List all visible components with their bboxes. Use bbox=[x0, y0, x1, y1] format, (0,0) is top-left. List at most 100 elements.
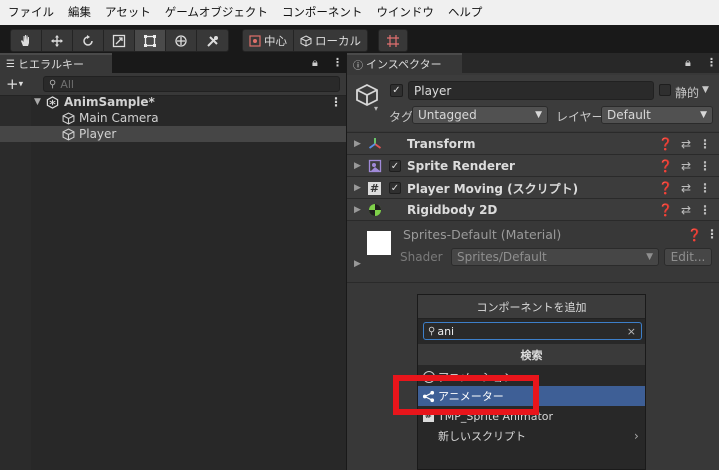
search-section-label: 検索 bbox=[520, 348, 543, 362]
component-enabled-checkbox[interactable]: ✓ bbox=[389, 160, 401, 172]
more-menu-icon[interactable]: ⋮ bbox=[332, 56, 343, 69]
foldout-arrow-icon[interactable]: ▶ bbox=[354, 205, 361, 215]
static-checkbox[interactable] bbox=[659, 84, 671, 96]
rect-tool-icon bbox=[144, 34, 156, 47]
hand-tool-button[interactable] bbox=[11, 30, 42, 51]
grid-snap-toggle[interactable] bbox=[378, 29, 408, 52]
tag-label: タグ bbox=[389, 110, 414, 124]
component-menu-icon[interactable]: ⋮ bbox=[699, 203, 711, 217]
component-menu-icon[interactable]: ⋮ bbox=[699, 159, 711, 173]
tag-value: Untagged bbox=[418, 108, 477, 122]
scene-name: AnimSample* bbox=[64, 95, 155, 109]
custom-tool-button[interactable] bbox=[197, 30, 228, 51]
static-dropdown-icon[interactable]: ▼ bbox=[702, 85, 709, 95]
hierarchy-tab[interactable]: ☰ ヒエラルキー bbox=[0, 53, 112, 73]
menu-file[interactable]: ファイル bbox=[0, 0, 60, 25]
component-menu-icon[interactable]: ⋮ bbox=[699, 181, 711, 195]
clear-search-icon[interactable]: × bbox=[627, 325, 636, 338]
tag-dropdown[interactable]: Untagged ▼ bbox=[412, 106, 548, 124]
menu-edit[interactable]: 編集 bbox=[60, 0, 97, 25]
presets-icon[interactable]: ⇄ bbox=[681, 203, 691, 217]
search-section-header: 検索 bbox=[418, 344, 645, 365]
transform-tool-button[interactable] bbox=[166, 30, 197, 51]
info-icon: ⓘ bbox=[353, 60, 363, 72]
component-menu-icon[interactable]: ⋮ bbox=[699, 137, 711, 151]
shader-dropdown[interactable]: Sprites/Default ▼ bbox=[451, 248, 659, 266]
foldout-arrow-icon[interactable]: ▶ bbox=[354, 139, 361, 149]
component-rigidbody-2d[interactable]: ▶ Rigidbody 2D ❓ ⇄ ⋮ bbox=[347, 198, 719, 221]
search-icon: ⚲ bbox=[49, 78, 57, 90]
component-name: Player Moving (スクリプト) bbox=[407, 181, 579, 196]
component-enabled-checkbox[interactable]: ✓ bbox=[389, 182, 401, 194]
transform-axes-icon bbox=[368, 138, 382, 149]
lock-icon[interactable]: 🔒︎ bbox=[312, 56, 318, 70]
icon-dropdown-icon[interactable]: ▾ bbox=[374, 104, 378, 113]
help-icon[interactable]: ❓ bbox=[658, 137, 673, 151]
grid-snap-icon bbox=[387, 34, 399, 47]
add-component-title[interactable]: コンポーネントを追加 bbox=[418, 295, 645, 319]
move-tool-button[interactable] bbox=[42, 30, 73, 51]
expand-arrow-icon[interactable]: ▼ bbox=[34, 97, 41, 107]
component-player-moving[interactable]: ▶ # ✓ Player Moving (スクリプト) ❓ ⇄ ⋮ bbox=[347, 176, 719, 199]
menu-assets[interactable]: アセット bbox=[97, 0, 157, 25]
menu-component[interactable]: コンポーネント bbox=[274, 0, 369, 25]
inspector-lock-icon[interactable]: 🔒︎ bbox=[685, 56, 691, 70]
hierarchy-panel: ☰ ヒエラルキー 🔒︎ ⋮ +▾ ⚲ All ▼ AnimSample* ⋮ M… bbox=[0, 53, 346, 470]
shader-edit-button[interactable]: Edit... bbox=[664, 248, 712, 266]
component-name: Transform bbox=[407, 137, 476, 151]
add-component-search-input[interactable]: ⚲ ani × bbox=[423, 322, 642, 340]
presets-icon[interactable]: ⇄ bbox=[681, 181, 691, 195]
hierarchy-tabbar: ☰ ヒエラルキー 🔒︎ ⋮ bbox=[0, 53, 346, 73]
layer-value: Default bbox=[607, 108, 651, 122]
help-icon[interactable]: ❓ bbox=[658, 203, 673, 217]
sprite-renderer-icon bbox=[368, 159, 382, 173]
component-option-new-script[interactable]: 新しいスクリプト › bbox=[418, 426, 645, 446]
material-help-icon[interactable]: ❓ bbox=[687, 228, 702, 242]
hierarchy-search-input[interactable]: ⚲ All bbox=[43, 76, 340, 92]
grid-snap-button[interactable] bbox=[379, 30, 407, 51]
hierarchy-item-main-camera[interactable]: Main Camera bbox=[0, 110, 346, 126]
foldout-arrow-icon[interactable]: ▶ bbox=[354, 161, 361, 171]
material-menu-icon[interactable]: ⋮ bbox=[706, 227, 718, 241]
pivot-toggle[interactable]: 中心 bbox=[243, 30, 294, 51]
rigidbody-icon bbox=[369, 204, 381, 216]
inspector-more-icon[interactable]: ⋮ bbox=[706, 56, 717, 69]
material-preview bbox=[367, 231, 391, 255]
hand-icon bbox=[21, 34, 29, 46]
rotate-tool-button[interactable] bbox=[73, 30, 104, 51]
dropdown-arrow-icon: ▼ bbox=[700, 110, 707, 120]
space-toggle[interactable]: ローカル bbox=[294, 30, 367, 51]
scene-menu-icon[interactable]: ⋮ bbox=[330, 95, 342, 109]
help-icon[interactable]: ❓ bbox=[658, 159, 673, 173]
presets-icon[interactable]: ⇄ bbox=[681, 137, 691, 151]
dropdown-arrow-icon: ▼ bbox=[646, 252, 653, 262]
layer-dropdown[interactable]: Default ▼ bbox=[601, 106, 713, 124]
inspector-tab-label: インスペクター bbox=[366, 58, 442, 71]
handle-toggles: 中心 ローカル bbox=[242, 29, 368, 52]
object-name-field[interactable]: Player bbox=[408, 81, 654, 100]
inspector-tab[interactable]: ⓘ インスペクター bbox=[347, 53, 462, 73]
add-icon[interactable]: +▾ bbox=[6, 75, 23, 93]
component-sprite-renderer[interactable]: ▶ ✓ Sprite Renderer ❓ ⇄ ⋮ bbox=[347, 154, 719, 177]
hierarchy-item-player[interactable]: Player bbox=[0, 126, 346, 142]
component-actions: ❓ ⇄ ⋮ bbox=[658, 203, 711, 217]
foldout-arrow-icon[interactable]: ▶ bbox=[354, 183, 361, 193]
component-transform[interactable]: ▶ Transform ❓ ⇄ ⋮ bbox=[347, 132, 719, 155]
help-icon[interactable]: ❓ bbox=[658, 181, 673, 195]
active-checkbox[interactable]: ✓ bbox=[390, 84, 403, 97]
scale-tool-button[interactable] bbox=[104, 30, 135, 51]
component-name: Rigidbody 2D bbox=[407, 203, 498, 217]
space-label: ローカル bbox=[315, 33, 361, 48]
presets-icon[interactable]: ⇄ bbox=[681, 159, 691, 173]
add-component-title-label: コンポーネントを追加 bbox=[476, 300, 587, 314]
chevron-right-icon: › bbox=[634, 429, 639, 443]
menu-gameobject[interactable]: ゲームオブジェクト bbox=[157, 0, 274, 25]
inspector-tabbar: ⓘ インスペクター 🔒︎ ⋮ bbox=[347, 53, 719, 73]
menu-help[interactable]: ヘルプ bbox=[440, 0, 489, 25]
script-hash-icon: # bbox=[368, 181, 381, 195]
rotate-icon bbox=[83, 34, 93, 46]
menu-window[interactable]: ウインドウ bbox=[368, 0, 440, 25]
scene-row[interactable]: ▼ AnimSample* ⋮ bbox=[0, 94, 346, 110]
foldout-arrow-icon[interactable]: ▶ bbox=[354, 259, 361, 269]
rect-tool-button[interactable] bbox=[135, 30, 166, 51]
